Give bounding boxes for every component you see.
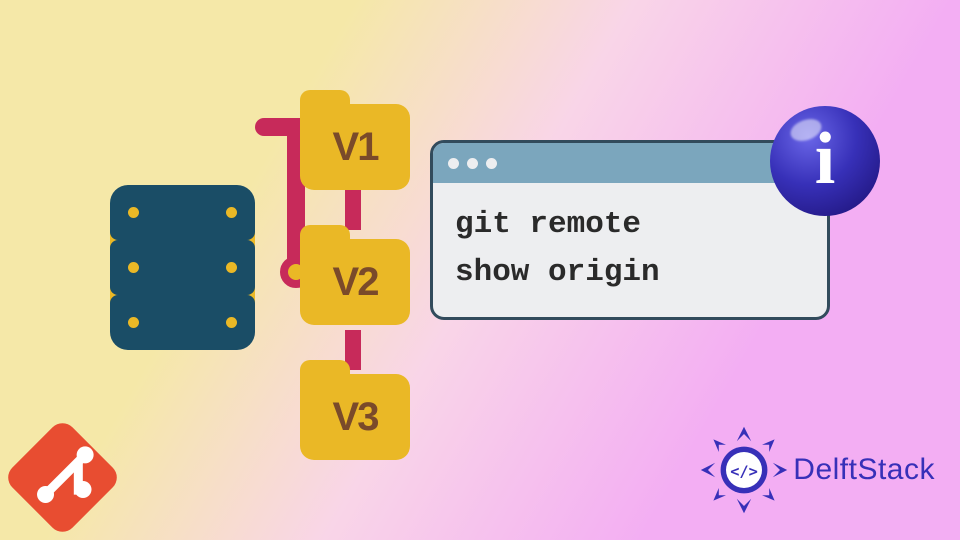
window-control-icon xyxy=(448,158,459,169)
led-icon xyxy=(128,262,139,273)
folder-v1: V1 xyxy=(300,90,410,190)
led-icon xyxy=(226,317,237,328)
folder-v2: V2 xyxy=(300,225,410,325)
terminal-body: git remote show origin xyxy=(433,183,827,315)
server-rack-2 xyxy=(110,240,255,295)
server-rack-1 xyxy=(110,185,255,240)
folder-label: V1 xyxy=(300,104,410,190)
folder-label: V2 xyxy=(300,239,410,325)
window-control-icon xyxy=(486,158,497,169)
server-rack-3 xyxy=(110,295,255,350)
window-titlebar xyxy=(433,143,827,183)
led-icon xyxy=(128,317,139,328)
folder-v3: V3 xyxy=(300,360,410,460)
brand-name: DelftStack xyxy=(793,453,935,487)
connector-horizontal xyxy=(255,118,305,136)
server-icon xyxy=(110,185,255,350)
terminal-line-2: show origin xyxy=(455,249,805,297)
info-icon: i xyxy=(770,106,880,216)
delftstack-badge-icon: </> xyxy=(699,425,789,515)
led-icon xyxy=(226,207,237,218)
folder-label: V3 xyxy=(300,374,410,460)
diagram-canvas: V1 V2 V3 git remote show origin i xyxy=(0,0,960,540)
led-icon xyxy=(226,262,237,273)
info-glyph: i xyxy=(815,117,836,202)
led-icon xyxy=(128,207,139,218)
terminal-line-1: git remote xyxy=(455,201,805,249)
delftstack-logo: </> DelftStack xyxy=(699,425,935,515)
code-glyph: </> xyxy=(730,462,758,480)
git-logo-icon xyxy=(2,417,122,537)
window-control-icon xyxy=(467,158,478,169)
folder-connector xyxy=(345,190,361,230)
